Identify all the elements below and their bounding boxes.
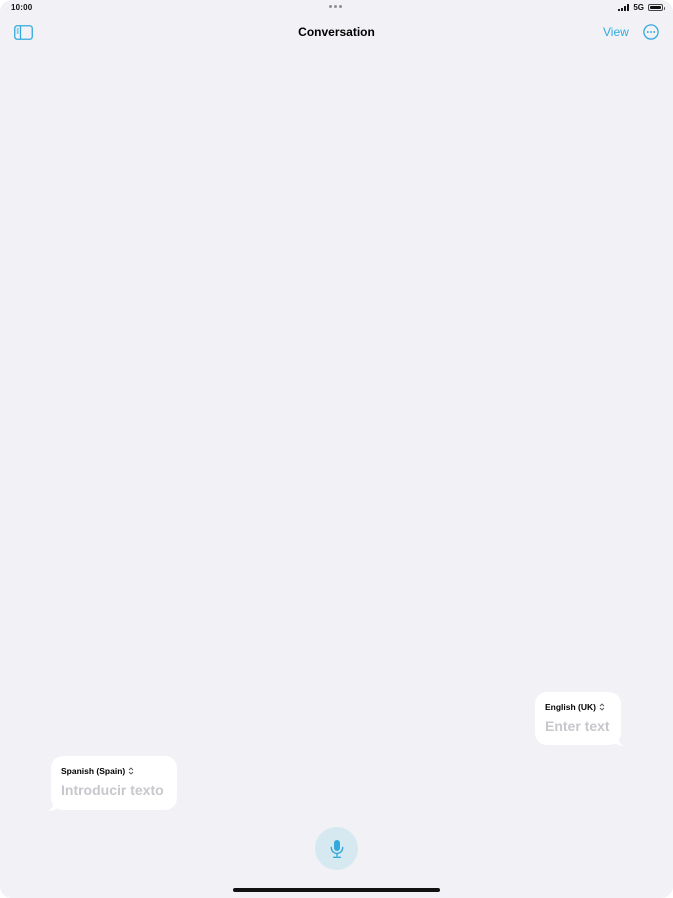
microphone-icon (330, 839, 343, 858)
page-title: Conversation (298, 25, 375, 39)
cellular-signal-icon (618, 4, 630, 11)
network-type: 5G (633, 3, 644, 12)
home-indicator[interactable] (233, 888, 440, 892)
chevron-up-down-icon (128, 767, 134, 775)
microphone-button[interactable] (315, 827, 358, 870)
spanish-language-picker[interactable]: Spanish (Spain) (61, 766, 167, 776)
more-options-button[interactable] (643, 24, 659, 40)
english-input-bubble[interactable]: English (UK) Enter text (535, 692, 621, 745)
english-language-picker[interactable]: English (UK) (545, 702, 611, 712)
spanish-input-bubble[interactable]: Spanish (Spain) Introducir texto (51, 756, 177, 810)
multitasking-dots-icon[interactable] (329, 5, 342, 8)
status-indicators: 5G (618, 3, 665, 12)
spanish-bubble-tail (48, 801, 60, 811)
ellipsis-circle-icon (643, 24, 659, 40)
spanish-language-label: Spanish (Spain) (61, 766, 126, 776)
translate-screen: 10:00 5G Conversation View English (UK) … (0, 0, 673, 898)
view-button[interactable]: View (603, 25, 629, 39)
english-language-label: English (UK) (545, 702, 596, 712)
english-bubble-tail (612, 736, 624, 746)
english-text-input[interactable]: Enter text (545, 718, 611, 734)
status-time: 10:00 (11, 3, 33, 12)
chevron-up-down-icon (599, 703, 605, 711)
spanish-text-input[interactable]: Introducir texto (61, 782, 167, 798)
battery-icon (648, 4, 665, 11)
